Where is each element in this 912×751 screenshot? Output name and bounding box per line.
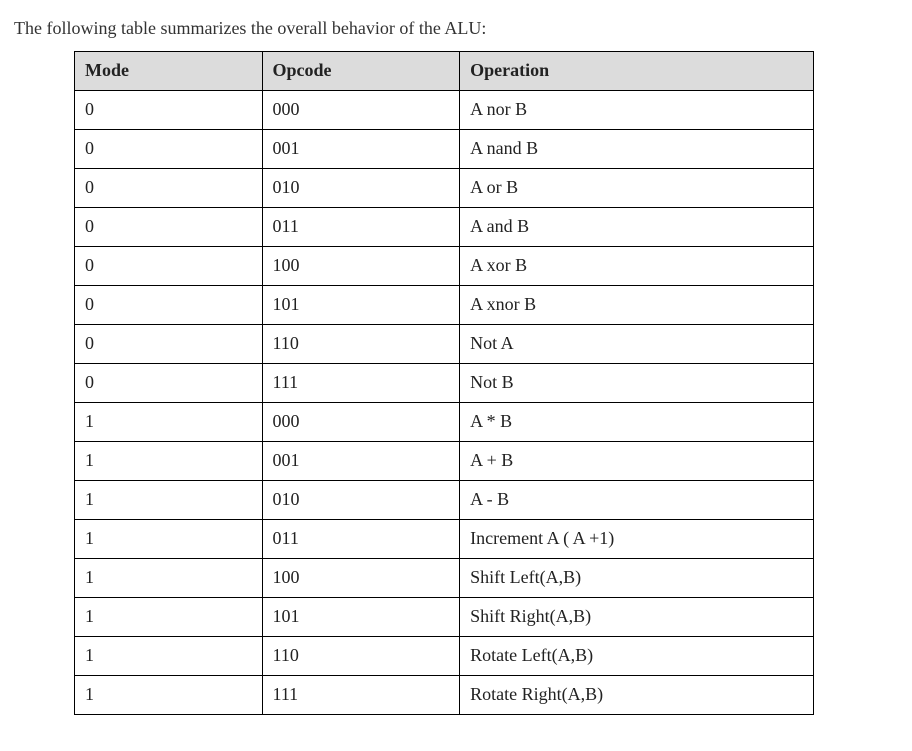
cell-operation: A - B (460, 481, 814, 520)
cell-mode: 0 (75, 286, 263, 325)
cell-mode: 1 (75, 637, 263, 676)
cell-mode: 0 (75, 208, 263, 247)
cell-opcode: 001 (262, 130, 460, 169)
cell-operation: Rotate Left(A,B) (460, 637, 814, 676)
cell-mode: 0 (75, 169, 263, 208)
cell-operation: A or B (460, 169, 814, 208)
table-body: 0 000 A nor B 0 001 A nand B 0 010 A or … (75, 91, 814, 715)
cell-operation: Rotate Right(A,B) (460, 676, 814, 715)
cell-operation: Shift Right(A,B) (460, 598, 814, 637)
cell-operation: A and B (460, 208, 814, 247)
cell-opcode: 010 (262, 481, 460, 520)
cell-opcode: 000 (262, 91, 460, 130)
cell-mode: 0 (75, 130, 263, 169)
cell-mode: 0 (75, 247, 263, 286)
table-row: 0 010 A or B (75, 169, 814, 208)
table-row: 0 110 Not A (75, 325, 814, 364)
cell-opcode: 010 (262, 169, 460, 208)
cell-opcode: 011 (262, 208, 460, 247)
cell-operation: Shift Left(A,B) (460, 559, 814, 598)
cell-mode: 0 (75, 91, 263, 130)
intro-text: The following table summarizes the overa… (14, 18, 898, 39)
table-row: 1 010 A - B (75, 481, 814, 520)
cell-operation: Not B (460, 364, 814, 403)
table-row: 0 101 A xnor B (75, 286, 814, 325)
cell-operation: A xor B (460, 247, 814, 286)
cell-operation: A + B (460, 442, 814, 481)
cell-operation: A nand B (460, 130, 814, 169)
cell-opcode: 110 (262, 325, 460, 364)
cell-opcode: 100 (262, 247, 460, 286)
table-row: 0 001 A nand B (75, 130, 814, 169)
cell-operation: A * B (460, 403, 814, 442)
table-row: 0 011 A and B (75, 208, 814, 247)
table-row: 1 001 A + B (75, 442, 814, 481)
header-mode: Mode (75, 52, 263, 91)
table-row: 1 101 Shift Right(A,B) (75, 598, 814, 637)
cell-operation: A xnor B (460, 286, 814, 325)
cell-opcode: 101 (262, 598, 460, 637)
table-row: 0 000 A nor B (75, 91, 814, 130)
cell-operation: Increment A ( A +1) (460, 520, 814, 559)
cell-mode: 1 (75, 403, 263, 442)
cell-mode: 1 (75, 598, 263, 637)
cell-opcode: 100 (262, 559, 460, 598)
cell-opcode: 111 (262, 676, 460, 715)
header-operation: Operation (460, 52, 814, 91)
header-opcode: Opcode (262, 52, 460, 91)
table-header-row: Mode Opcode Operation (75, 52, 814, 91)
alu-behavior-table: Mode Opcode Operation 0 000 A nor B 0 00… (74, 51, 814, 715)
table-row: 1 011 Increment A ( A +1) (75, 520, 814, 559)
cell-opcode: 110 (262, 637, 460, 676)
cell-opcode: 001 (262, 442, 460, 481)
cell-operation: A nor B (460, 91, 814, 130)
cell-mode: 1 (75, 676, 263, 715)
cell-opcode: 111 (262, 364, 460, 403)
table-row: 1 000 A * B (75, 403, 814, 442)
cell-mode: 1 (75, 442, 263, 481)
table-row: 0 111 Not B (75, 364, 814, 403)
cell-opcode: 101 (262, 286, 460, 325)
cell-operation: Not A (460, 325, 814, 364)
cell-mode: 1 (75, 481, 263, 520)
cell-mode: 1 (75, 520, 263, 559)
cell-mode: 0 (75, 364, 263, 403)
table-row: 1 111 Rotate Right(A,B) (75, 676, 814, 715)
cell-mode: 1 (75, 559, 263, 598)
cell-opcode: 011 (262, 520, 460, 559)
cell-mode: 0 (75, 325, 263, 364)
cell-opcode: 000 (262, 403, 460, 442)
table-row: 1 110 Rotate Left(A,B) (75, 637, 814, 676)
table-row: 0 100 A xor B (75, 247, 814, 286)
table-row: 1 100 Shift Left(A,B) (75, 559, 814, 598)
